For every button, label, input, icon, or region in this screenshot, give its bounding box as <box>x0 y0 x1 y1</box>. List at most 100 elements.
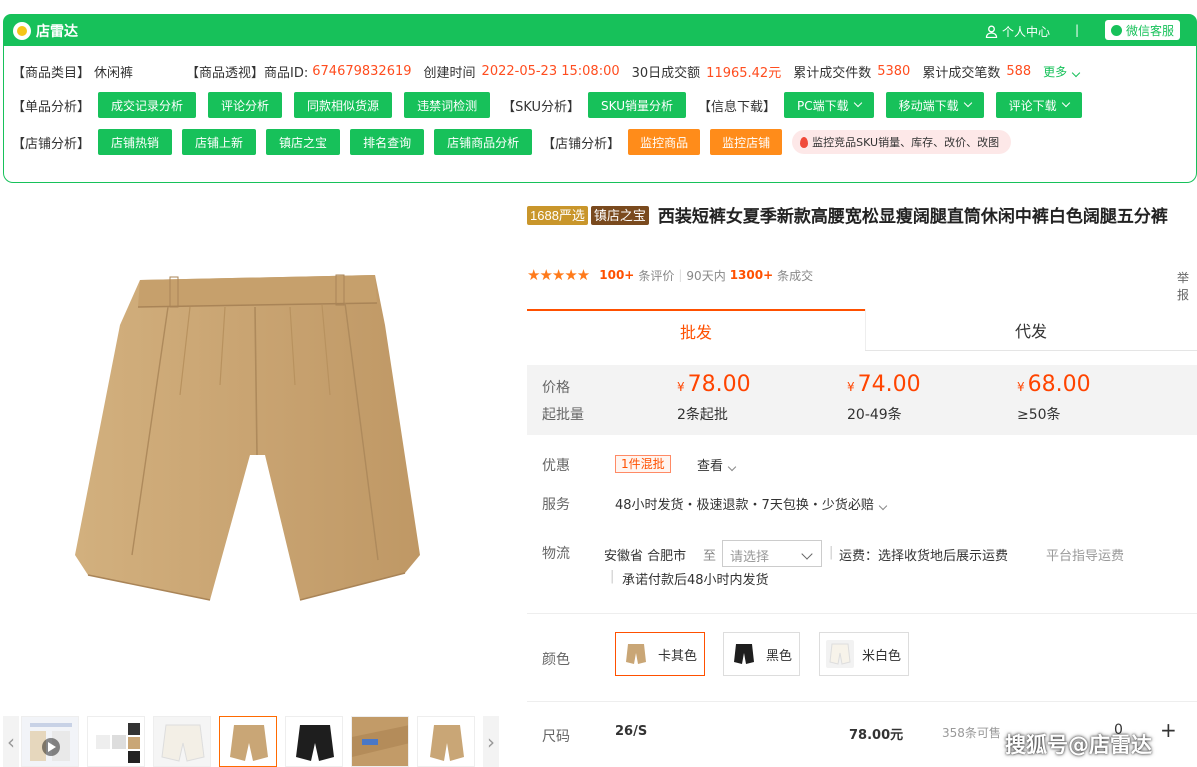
platform-freight-link[interactable]: 平台指导运费 <box>1046 545 1124 564</box>
deals-count: 1300+ <box>729 268 774 282</box>
tag-shop-treasure: 镇店之宝 <box>590 206 649 225</box>
thumbnail-2[interactable] <box>87 716 145 767</box>
single-analysis-label: 【单品分析】 <box>12 99 91 115</box>
tab-dropship[interactable]: 代发 <box>865 309 1197 351</box>
thumbnail-image <box>418 717 474 766</box>
thumbnail-7[interactable] <box>417 716 475 767</box>
product-title: 西装短裤女夏季新款高腰宽松显瘦阔腿直筒休闲中裤白色阔腿五分裤 <box>657 207 1168 227</box>
logistics-label: 物流 <box>542 546 570 562</box>
thumbnail-image <box>220 717 276 766</box>
user-center-link[interactable]: 个人中心 <box>985 23 1050 40</box>
thumbnail-5[interactable] <box>285 716 343 767</box>
chevron-down-icon <box>1071 68 1081 78</box>
rank-query-button[interactable]: 排名查询 <box>350 129 425 155</box>
cum-items-label: 累计成交件数 <box>793 66 872 81</box>
deals-label: 条成交 <box>777 268 814 283</box>
service-label: 服务 <box>542 497 570 513</box>
qty-tier-3: ≥50条 <box>1017 407 1061 423</box>
monitor-competitor-pill[interactable]: 监控竞品SKU销量、库存、改价、改图 <box>792 130 1012 154</box>
pc-download-button[interactable]: PC端下载 <box>784 92 874 118</box>
chevron-down-icon <box>727 462 737 472</box>
wechat-service-button[interactable]: 微信客服 <box>1105 20 1181 40</box>
color-label: 颜色 <box>542 652 570 668</box>
chevron-down-icon <box>963 98 972 108</box>
shop-product-analysis-button[interactable]: 店铺商品分析 <box>434 129 533 155</box>
logistics-divider: | <box>829 545 834 560</box>
shop-hot-button[interactable]: 店铺热销 <box>98 129 173 155</box>
review-download-button[interactable]: 评论下载 <box>995 92 1082 118</box>
sales30-label: 30日成交额 <box>631 66 701 81</box>
size-value: 26/S <box>615 724 648 739</box>
watermark: 搜狐号@店雷达 <box>1005 733 1152 757</box>
service-value[interactable]: 48小时发货・极速退款・7天包换・少货必赔 <box>615 494 888 513</box>
cum-items-value: 5380 <box>877 64 911 79</box>
shop-analysis-label-2: 【店铺分析】 <box>542 136 621 152</box>
created-value: 2022-05-23 15:08:00 <box>481 64 620 79</box>
deal-record-button[interactable]: 成交记录分析 <box>98 92 197 118</box>
shop-treasure-button[interactable]: 镇店之宝 <box>266 129 341 155</box>
sku-sales-button[interactable]: SKU销量分析 <box>588 92 686 118</box>
khaki-swatch <box>622 640 650 668</box>
thumbnail-image <box>88 717 144 766</box>
promise-divider: | <box>610 569 615 584</box>
shop-analysis-label: 【店铺分析】 <box>12 136 91 152</box>
thumbnail-3[interactable] <box>153 716 211 767</box>
category-label: 【商品类目】 <box>12 66 91 81</box>
thumbnail-6[interactable] <box>351 716 409 767</box>
user-icon <box>985 25 998 38</box>
color-option-offwhite[interactable]: 米白色 <box>819 632 910 676</box>
perspective-label: 【商品透视】 <box>186 66 265 81</box>
banned-words-button[interactable]: 违禁词检测 <box>404 92 491 118</box>
logo-text: 店雷达 <box>36 24 78 40</box>
monitor-shop-button[interactable]: 监控店铺 <box>710 129 783 155</box>
offwhite-swatch <box>826 640 854 668</box>
tag-1688-select: 1688严选 <box>527 206 588 225</box>
price-tier-2: ¥74.00 <box>847 372 921 397</box>
video-thumbnail-image <box>22 717 78 766</box>
product-title-block: 1688严选 镇店之宝 西装短裤女夏季新款高腰宽松显瘦阔腿直筒休闲中裤白色阔腿五分… <box>527 204 1187 231</box>
more-link[interactable]: 更多 <box>1043 63 1081 80</box>
size-stock: 358条可售 <box>942 726 1001 740</box>
thumbnail-4-selected[interactable] <box>219 716 277 767</box>
color-option-black[interactable]: 黑色 <box>723 632 801 676</box>
divider <box>527 613 1197 614</box>
reviews-label: 条评价 <box>638 268 675 283</box>
review-analysis-button[interactable]: 评论分析 <box>208 92 283 118</box>
thumb-prev-button[interactable]: ‹ <box>3 716 19 767</box>
main-product-image[interactable] <box>60 255 465 645</box>
similar-source-button[interactable]: 同款相似货源 <box>294 92 393 118</box>
product-id-value: 674679832619 <box>312 64 412 79</box>
discount-view-link[interactable]: 查看 <box>697 455 737 474</box>
thumbnail-image <box>352 717 408 766</box>
color-option-khaki[interactable]: 卡其色 <box>615 632 706 676</box>
thumbnail-video[interactable] <box>21 716 79 767</box>
quantity-plus-button[interactable]: + <box>1160 718 1177 742</box>
purchase-tabs: 批发 代发 <box>527 309 1197 351</box>
download-label: 【信息下载】 <box>697 99 776 115</box>
report-link[interactable]: 举报 <box>1177 269 1197 303</box>
black-swatch <box>730 640 758 668</box>
reviews-count[interactable]: 100+ <box>599 268 634 282</box>
destination-select[interactable]: 请选择 <box>722 540 822 567</box>
single-analysis-row: 【单品分析】 成交记录分析 评论分析 同款相似货源 违禁词检测 【SKU分析】 … <box>12 92 1082 118</box>
info-row: 【商品类目】 休闲裤 【商品透视】 商品ID: 674679832619 创建时… <box>12 62 1081 81</box>
thumb-next-button[interactable]: › <box>483 716 499 767</box>
chevron-down-icon <box>878 501 888 511</box>
mixed-batch-tag: 1件混批 <box>615 455 671 473</box>
fire-icon <box>800 136 809 148</box>
moq-label: 起批量 <box>542 407 584 423</box>
thumbnail-image <box>154 717 210 766</box>
monitor-product-button[interactable]: 监控商品 <box>628 129 701 155</box>
rating-row: ★★★★★ 100+ 条评价 | 90天内 1300+ 条成交 <box>527 266 813 284</box>
cum-orders-label: 累计成交笔数 <box>922 66 1001 81</box>
mobile-download-button[interactable]: 移动端下载 <box>885 92 984 118</box>
created-label: 创建时间 <box>423 66 476 81</box>
days-label: 90天内 <box>686 268 726 283</box>
logistics-to-label: 至 <box>703 549 717 564</box>
shop-new-button[interactable]: 店铺上新 <box>182 129 257 155</box>
plugin-header: 店雷达 个人中心 | 微信客服 <box>3 14 1197 46</box>
thumbnail-image <box>286 717 342 766</box>
chevron-down-icon <box>1061 98 1070 108</box>
tab-wholesale[interactable]: 批发 <box>527 309 865 351</box>
sales30-value: 11965.42元 <box>706 66 782 81</box>
